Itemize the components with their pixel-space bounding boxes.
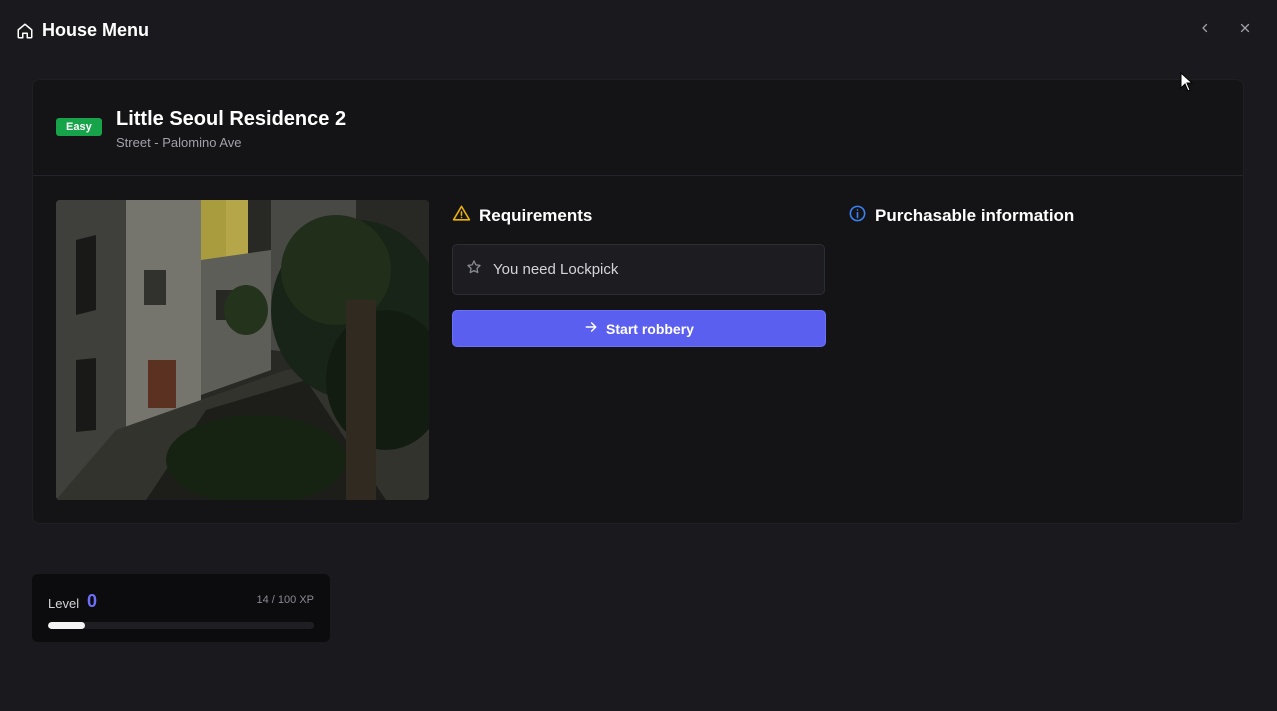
chevron-left-icon [1199,21,1211,39]
house-header: Easy Little Seoul Residence 2 Street - P… [33,80,1243,176]
purchasable-title: Purchasable information [875,206,1075,225]
mouse-cursor-icon [1180,71,1194,97]
level-value: 0 [87,591,98,611]
app-title: House Menu [42,20,150,40]
difficulty-badge: Easy [56,118,102,136]
house-street: Street - Palomino Ave [116,135,242,150]
xp-text: 14 / 100 XP [256,594,315,606]
star-icon [466,259,482,280]
requirement-text: You need Lockpick [493,261,619,278]
top-bar: House Menu [0,0,1277,62]
app-header: House Menu [16,20,149,41]
house-photo [56,200,429,500]
start-robbery-button[interactable]: Start robbery [452,310,826,347]
requirement-item: You need Lockpick [452,244,825,295]
home-icon [16,22,34,40]
close-icon [1239,21,1251,39]
requirements-title: Requirements [479,206,593,225]
start-robbery-label: Start robbery [606,320,694,337]
xp-progress-fill [48,622,86,629]
purchasable-heading: Purchasable information [848,204,1074,228]
level-label: Level [48,596,80,611]
level-panel: Level 0 14 / 100 XP [32,574,330,642]
xp-progress-bar [48,622,314,629]
close-button[interactable] [1235,20,1255,40]
arrow-right-icon [584,320,598,337]
back-button[interactable] [1195,20,1215,40]
requirements-heading: Requirements [452,204,592,228]
house-card: Easy Little Seoul Residence 2 Street - P… [32,79,1244,524]
info-icon [848,204,867,228]
house-name: Little Seoul Residence 2 [116,108,347,130]
warning-icon [452,204,471,228]
